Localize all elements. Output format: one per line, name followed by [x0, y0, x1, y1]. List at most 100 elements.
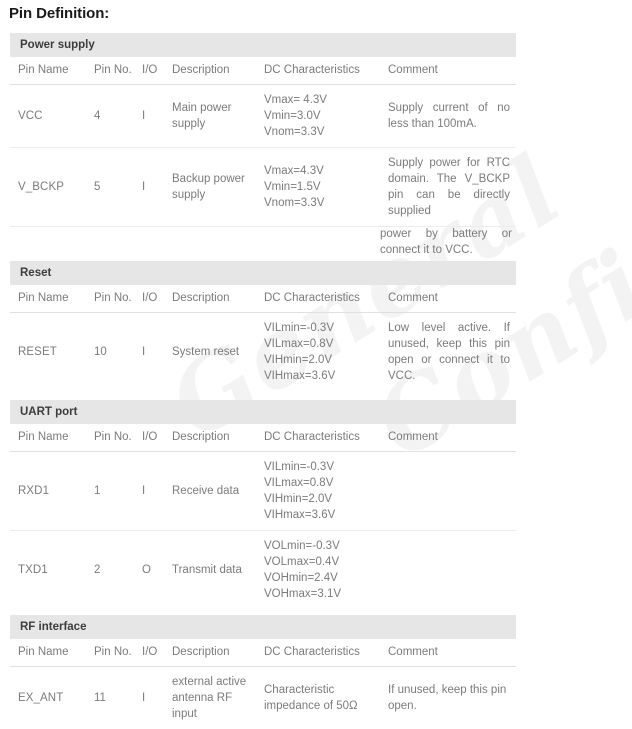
dc-line: impedance of 50Ω — [264, 698, 374, 714]
column-header-pin-name: Pin Name — [10, 57, 86, 85]
table-header-row: Pin Name Pin No. I/O Description DC Char… — [10, 424, 516, 452]
dc-line: VIHmin=2.0V — [264, 352, 374, 368]
cell-pin-name: RESET — [10, 313, 86, 392]
dc-line: VILmax=0.8V — [264, 336, 374, 352]
cell-comment: Supply power for RTC domain. The V_BCKP … — [380, 148, 516, 227]
table-header-row: Pin Name Pin No. I/O Description DC Char… — [10, 57, 516, 85]
cell-pin-no: 10 — [86, 313, 134, 392]
column-header-dc-characteristics: DC Characteristics — [256, 424, 380, 452]
dc-line: Vmin=1.5V — [264, 179, 374, 195]
table-row: EX_ANT 11 I external active antenna RF i… — [10, 667, 516, 729]
dc-line: VOHmin=2.4V — [264, 570, 374, 586]
cell-io: I — [134, 452, 164, 531]
dc-line: Vmin=3.0V — [264, 108, 374, 124]
dc-line: Vnom=3.3V — [264, 195, 374, 211]
column-header-dc-characteristics: DC Characteristics — [256, 57, 380, 85]
pin-table-reset: Pin Name Pin No. I/O Description DC Char… — [10, 285, 516, 391]
column-header-comment: Comment — [380, 639, 516, 667]
cell-io: I — [134, 667, 164, 729]
dc-line: VIHmax=3.6V — [264, 507, 374, 523]
cell-description: external active antenna RF input — [164, 667, 256, 729]
column-header-io: I/O — [134, 424, 164, 452]
cell-dc-characteristics: Vmax=4.3V Vmin=1.5V Vnom=3.3V — [256, 148, 380, 227]
dc-line: Characteristic — [264, 682, 374, 698]
column-header-dc-characteristics: DC Characteristics — [256, 285, 380, 313]
cell-dc-characteristics: VILmin=-0.3V VILmax=0.8V VIHmin=2.0V VIH… — [256, 313, 380, 392]
dc-line: VIHmin=2.0V — [264, 491, 374, 507]
dc-line: VOHmax=3.1V — [264, 586, 374, 602]
cell-io: I — [134, 313, 164, 392]
column-header-pin-no: Pin No. — [86, 639, 134, 667]
dc-line: Vnom=3.3V — [264, 124, 374, 140]
column-header-pin-no: Pin No. — [86, 285, 134, 313]
document-page: Pin Definition: Power supply Pin Name Pi… — [0, 5, 632, 729]
cell-pin-no: 2 — [86, 531, 134, 610]
column-header-pin-name: Pin Name — [10, 424, 86, 452]
cell-pin-no: 11 — [86, 667, 134, 729]
pin-definition-tables: Power supply Pin Name Pin No. I/O Descri… — [10, 33, 516, 729]
dc-line: Vmax=4.3V — [264, 163, 374, 179]
cell-pin-no: 1 — [86, 452, 134, 531]
cell-pin-name: RXD1 — [10, 452, 86, 531]
cell-dc-characteristics: VOLmin=-0.3V VOLmax=0.4V VOHmin=2.4V VOH… — [256, 531, 380, 610]
dc-line: Vmax= 4.3V — [264, 92, 374, 108]
dc-line: VILmax=0.8V — [264, 475, 374, 491]
column-header-comment: Comment — [380, 57, 516, 85]
cell-comment: If unused, keep this pin open. — [380, 667, 516, 729]
dc-line: VILmin=-0.3V — [264, 320, 374, 336]
cell-comment-overflow: power by battery or connect it to VCC. — [380, 226, 516, 258]
cell-description: Main power supply — [164, 85, 256, 148]
dc-line: VIHmax=3.6V — [264, 368, 374, 384]
table-header-row: Pin Name Pin No. I/O Description DC Char… — [10, 639, 516, 667]
column-header-pin-no: Pin No. — [86, 57, 134, 85]
table-header-row: Pin Name Pin No. I/O Description DC Char… — [10, 285, 516, 313]
cell-dc-characteristics: Vmax= 4.3V Vmin=3.0V Vnom=3.3V — [256, 85, 380, 148]
column-header-io: I/O — [134, 57, 164, 85]
cell-description: System reset — [164, 313, 256, 392]
column-header-comment: Comment — [380, 285, 516, 313]
cell-pin-no: 4 — [86, 85, 134, 148]
column-header-io: I/O — [134, 639, 164, 667]
column-header-io: I/O — [134, 285, 164, 313]
cell-pin-name: VCC — [10, 85, 86, 148]
page-title: Pin Definition: — [9, 5, 632, 22]
column-header-comment: Comment — [380, 424, 516, 452]
cell-io: I — [134, 148, 164, 227]
section-header-uart-port: UART port — [10, 400, 516, 424]
cell-dc-characteristics: VILmin=-0.3V VILmax=0.8V VIHmin=2.0V VIH… — [256, 452, 380, 531]
section-header-reset: Reset — [10, 261, 516, 285]
column-header-pin-name: Pin Name — [10, 285, 86, 313]
column-header-description: Description — [164, 424, 256, 452]
column-header-description: Description — [164, 639, 256, 667]
cell-pin-no: 5 — [86, 148, 134, 227]
pin-table-uart-port: Pin Name Pin No. I/O Description DC Char… — [10, 424, 516, 609]
comment-overflow-block: power by battery or connect it to VCC. — [10, 227, 516, 261]
section-header-power-supply: Power supply — [10, 33, 516, 57]
cell-description: Backup power supply — [164, 148, 256, 227]
cell-io: O — [134, 531, 164, 610]
column-header-description: Description — [164, 285, 256, 313]
cell-comment: Low level active. If unused, keep this p… — [380, 313, 516, 392]
table-row: V_BCKP 5 I Backup power supply Vmax=4.3V… — [10, 148, 516, 227]
dc-line: VOLmin=-0.3V — [264, 538, 374, 554]
table-row: RXD1 1 I Receive data VILmin=-0.3V VILma… — [10, 452, 516, 531]
column-header-description: Description — [164, 57, 256, 85]
dc-line: VILmin=-0.3V — [264, 459, 374, 475]
cell-description: Transmit data — [164, 531, 256, 610]
table-row: TXD1 2 O Transmit data VOLmin=-0.3V VOLm… — [10, 531, 516, 610]
column-header-dc-characteristics: DC Characteristics — [256, 639, 380, 667]
dc-line: VOLmax=0.4V — [264, 554, 374, 570]
cell-description: Receive data — [164, 452, 256, 531]
column-header-pin-no: Pin No. — [86, 424, 134, 452]
section-header-rf-interface: RF interface — [10, 615, 516, 639]
cell-comment — [380, 531, 516, 610]
cell-pin-name: TXD1 — [10, 531, 86, 610]
table-row: VCC 4 I Main power supply Vmax= 4.3V Vmi… — [10, 85, 516, 148]
cell-dc-characteristics: Characteristic impedance of 50Ω — [256, 667, 380, 729]
table-row: RESET 10 I System reset VILmin=-0.3V VIL… — [10, 313, 516, 392]
pin-table-rf-interface: Pin Name Pin No. I/O Description DC Char… — [10, 639, 516, 729]
pin-table-power-supply: Pin Name Pin No. I/O Description DC Char… — [10, 57, 516, 227]
cell-comment — [380, 452, 516, 531]
column-header-pin-name: Pin Name — [10, 639, 86, 667]
cell-pin-name: EX_ANT — [10, 667, 86, 729]
